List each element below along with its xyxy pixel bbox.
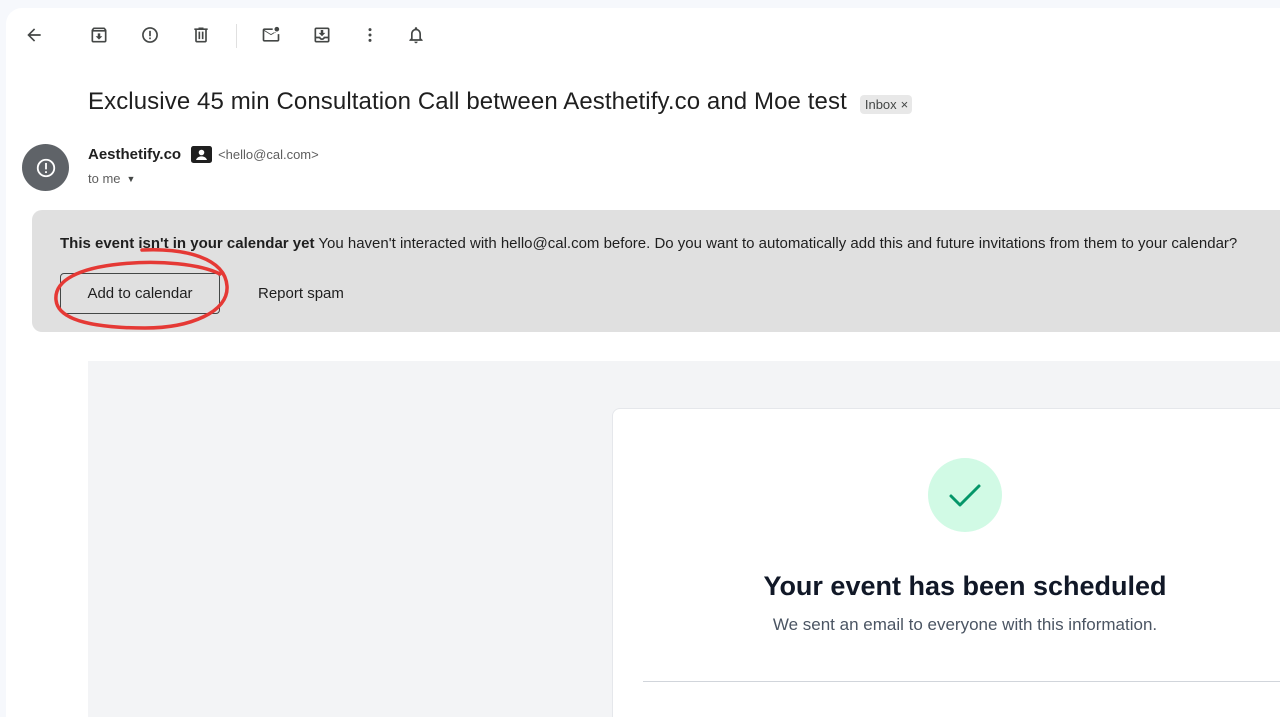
card-divider	[643, 681, 1280, 682]
add-to-calendar-button[interactable]: Add to calendar	[60, 273, 220, 314]
sender-avatar[interactable]	[22, 144, 69, 191]
report-spam-button[interactable]: Report spam	[242, 273, 360, 314]
contact-card-icon[interactable]	[191, 146, 213, 163]
sender-line: Aesthetify.co <hello@cal.com>	[88, 146, 319, 163]
remove-label-icon[interactable]: ×	[901, 97, 909, 112]
toolbar-divider	[236, 24, 237, 48]
move-to-icon[interactable]	[302, 15, 342, 55]
mark-unread-icon[interactable]	[251, 15, 291, 55]
success-badge	[928, 458, 1002, 532]
archive-icon[interactable]	[79, 15, 119, 55]
warning-icon	[36, 158, 55, 177]
banner-message: This event isn't in your calendar yet Yo…	[60, 235, 1280, 252]
report-spam-icon[interactable]	[130, 15, 170, 55]
confirmation-card: Your event has been scheduled We sent an…	[612, 408, 1280, 717]
banner-description: You haven't interacted with hello@cal.co…	[318, 235, 1238, 252]
sender-name[interactable]: Aesthetify.co	[88, 146, 181, 163]
inbox-label-chip[interactable]: Inbox ×	[859, 94, 913, 114]
snooze-bell-icon[interactable]	[396, 15, 436, 55]
confirmation-title: Your event has been scheduled	[763, 571, 1167, 601]
email-subject: Exclusive 45 min Consultation Call betwe…	[88, 88, 847, 115]
back-arrow-icon[interactable]	[14, 15, 54, 55]
recipient-details-caret-icon[interactable]: ▼	[127, 174, 136, 184]
calendar-invite-banner: This event isn't in your calendar yet Yo…	[32, 210, 1280, 332]
sender-email: <hello@cal.com>	[218, 147, 319, 162]
label-text: Inbox	[864, 96, 897, 112]
more-vert-icon[interactable]	[350, 15, 390, 55]
banner-headline: This event isn't in your calendar yet	[60, 235, 315, 252]
recipient-text: to me	[88, 171, 121, 186]
checkmark-icon	[949, 484, 981, 507]
email-view: Exclusive 45 min Consultation Call betwe…	[6, 8, 1280, 717]
delete-icon[interactable]	[181, 15, 221, 55]
confirmation-subtitle: We sent an email to everyone with this i…	[772, 615, 1158, 634]
email-body: Your event has been scheduled We sent an…	[88, 361, 1280, 717]
message-toolbar	[6, 8, 1280, 66]
subject-row: Exclusive 45 min Consultation Call betwe…	[88, 88, 913, 116]
recipient-line: to me ▼	[88, 171, 135, 186]
